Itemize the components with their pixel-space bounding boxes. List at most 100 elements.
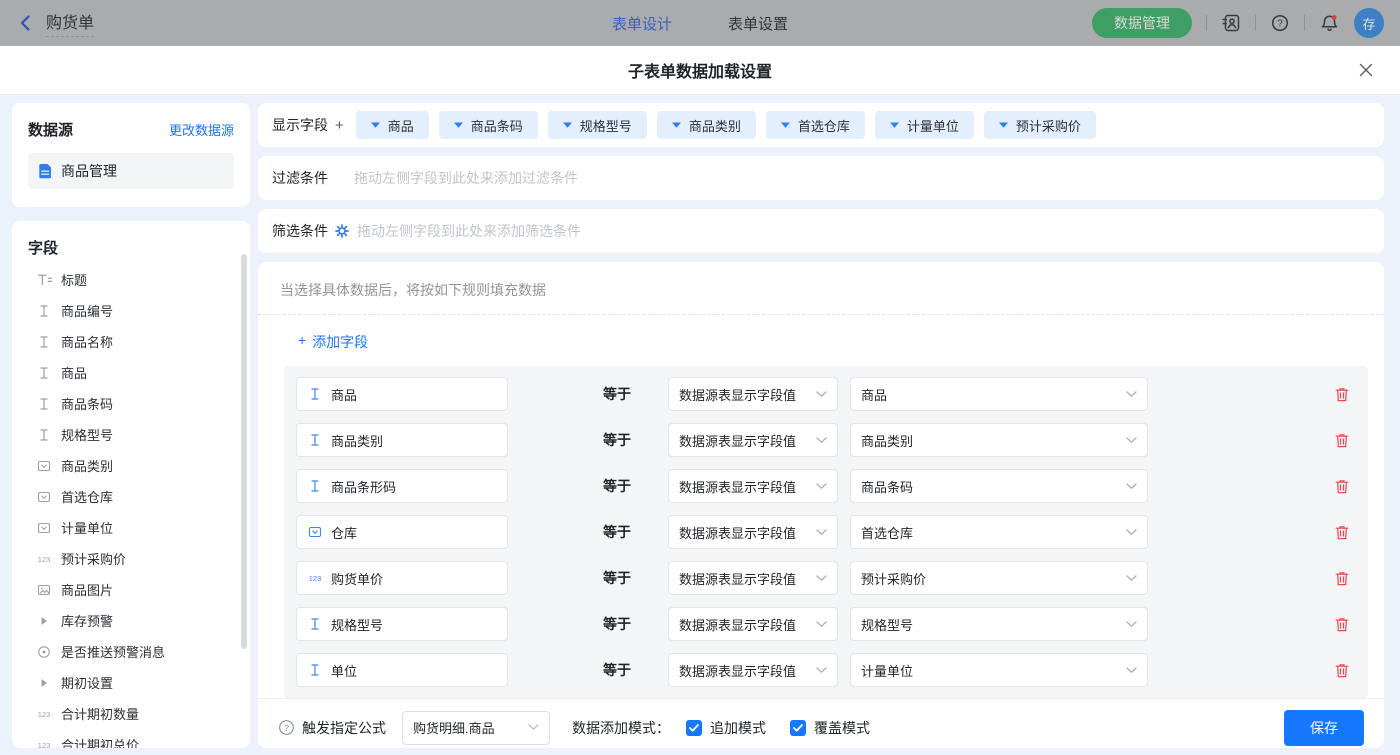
field-label: 商品 bbox=[61, 363, 87, 382]
contacts-icon[interactable] bbox=[1221, 13, 1241, 33]
back-button[interactable] bbox=[16, 13, 36, 33]
field-label: 计量单位 bbox=[61, 518, 113, 537]
rule-value-select[interactable]: 商品 bbox=[850, 377, 1148, 411]
form-name[interactable]: 购货单 bbox=[46, 9, 94, 37]
rule-source-select[interactable]: 数据源表显示字段值 bbox=[668, 515, 838, 549]
rule-row: 123 单位 等于 数据源表显示字段值 bbox=[296, 653, 1356, 687]
display-field-tag[interactable]: 规格型号 bbox=[548, 111, 647, 139]
display-field-tag[interactable]: 预计采购价 bbox=[984, 111, 1096, 139]
help-circle-icon[interactable]: ? bbox=[278, 719, 295, 736]
display-field-tag[interactable]: 商品条码 bbox=[439, 111, 538, 139]
rule-source-select[interactable]: 数据源表显示字段值 bbox=[668, 469, 838, 503]
screen-condition-card[interactable]: 筛选条件 拖动左侧字段到此处来添加筛选条件 bbox=[258, 209, 1384, 253]
field-list-item[interactable]: 123 规格型号 bbox=[28, 419, 240, 450]
chevron-down-icon bbox=[1126, 621, 1137, 628]
avatar[interactable]: 存 bbox=[1354, 8, 1384, 38]
data-manage-button[interactable]: 数据管理 bbox=[1092, 8, 1192, 38]
field-list-item[interactable]: 123 预计采购价 bbox=[28, 543, 240, 574]
display-field-tag[interactable]: 计量单位 bbox=[875, 111, 974, 139]
field-list-item[interactable]: 123 商品编号 bbox=[28, 295, 240, 326]
rule-value-select[interactable]: 商品类别 bbox=[850, 423, 1148, 457]
delete-rule-button[interactable] bbox=[1334, 570, 1350, 587]
field-list-item[interactable]: 123 标题 bbox=[28, 264, 240, 295]
field-list-item[interactable]: 123 商品 bbox=[28, 357, 240, 388]
rule-operator: 等于 bbox=[603, 522, 633, 542]
plus-icon: + bbox=[298, 332, 306, 352]
filter-condition-card[interactable]: 过滤条件 拖动左侧字段到此处来添加过滤条件 bbox=[258, 156, 1384, 200]
add-field-button[interactable]: + 添加字段 bbox=[298, 332, 368, 352]
rule-value-select[interactable]: 商品条码 bbox=[850, 469, 1148, 503]
field-list-item[interactable]: 123 商品类别 bbox=[28, 450, 240, 481]
change-datasource-link[interactable]: 更改数据源 bbox=[169, 120, 234, 139]
chevron-down-icon bbox=[1126, 667, 1137, 674]
rule-target-field[interactable]: 123 规格型号 bbox=[296, 607, 508, 641]
chevron-down-icon bbox=[1126, 437, 1137, 444]
delete-rule-button[interactable] bbox=[1334, 386, 1350, 403]
checkbox-checked-icon[interactable] bbox=[686, 720, 702, 736]
field-list-item[interactable]: 123 库存预警 bbox=[28, 605, 240, 636]
field-type-icon: 123 bbox=[36, 520, 52, 536]
rule-value-select[interactable]: 预计采购价 bbox=[850, 561, 1148, 595]
rule-target-field[interactable]: 123 商品 bbox=[296, 377, 508, 411]
trigger-formula-select[interactable]: 购货明细.商品 bbox=[402, 711, 550, 745]
field-list-item[interactable]: 123 是否推送预警消息 bbox=[28, 636, 240, 667]
delete-rule-button[interactable] bbox=[1334, 478, 1350, 495]
rule-target-field[interactable]: 123 购货单价 bbox=[296, 561, 508, 595]
checkbox-checked-icon[interactable] bbox=[790, 720, 806, 736]
tab-form-settings[interactable]: 表单设置 bbox=[728, 13, 788, 34]
chevron-down-icon bbox=[816, 575, 827, 582]
append-mode-checkbox-group[interactable]: 追加模式 bbox=[686, 718, 766, 738]
rule-source-select[interactable]: 数据源表显示字段值 bbox=[668, 423, 838, 457]
field-list-item[interactable]: 123 商品名称 bbox=[28, 326, 240, 357]
trigger-formula-value: 购货明细.商品 bbox=[413, 718, 495, 737]
tab-form-design[interactable]: 表单设计 bbox=[612, 13, 672, 34]
field-list-item[interactable]: 123 商品条码 bbox=[28, 388, 240, 419]
rule-target-field[interactable]: 123 仓库 bbox=[296, 515, 508, 549]
rule-field-label: 单位 bbox=[331, 661, 357, 680]
divider bbox=[1255, 15, 1256, 31]
notification-bell-icon[interactable] bbox=[1319, 13, 1340, 34]
field-list-item[interactable]: 123 合计期初数量 bbox=[28, 698, 240, 729]
overwrite-mode-label: 覆盖模式 bbox=[814, 718, 870, 738]
delete-rule-button[interactable] bbox=[1334, 524, 1350, 541]
display-field-tag[interactable]: 商品类别 bbox=[657, 111, 756, 139]
delete-rule-button[interactable] bbox=[1334, 432, 1350, 449]
delete-rule-button[interactable] bbox=[1334, 662, 1350, 679]
field-list-item[interactable]: 123 期初设置 bbox=[28, 667, 240, 698]
rule-target-field[interactable]: 123 商品条形码 bbox=[296, 469, 508, 503]
rule-source-select[interactable]: 数据源表显示字段值 bbox=[668, 653, 838, 687]
field-label: 商品类别 bbox=[61, 456, 113, 475]
gear-icon[interactable] bbox=[335, 224, 349, 238]
rule-target-field[interactable]: 123 单位 bbox=[296, 653, 508, 687]
field-type-icon: 123 bbox=[36, 365, 52, 381]
trash-icon bbox=[1334, 616, 1350, 633]
rule-source-value: 数据源表显示字段值 bbox=[679, 385, 796, 404]
field-list-item[interactable]: 123 合计期初总价 bbox=[28, 729, 240, 748]
rule-value-select[interactable]: 首选仓库 bbox=[850, 515, 1148, 549]
rule-value-select[interactable]: 规格型号 bbox=[850, 607, 1148, 641]
rule-source-select[interactable]: 数据源表显示字段值 bbox=[668, 377, 838, 411]
svg-text:?: ? bbox=[284, 723, 289, 733]
field-list-item[interactable]: 123 商品图片 bbox=[28, 574, 240, 605]
overwrite-mode-checkbox-group[interactable]: 覆盖模式 bbox=[790, 718, 870, 738]
field-list-item[interactable]: 123 首选仓库 bbox=[28, 481, 240, 512]
display-field-tag[interactable]: 商品 bbox=[356, 111, 429, 139]
rule-target-field[interactable]: 123 商品类别 bbox=[296, 423, 508, 457]
add-display-field-button[interactable]: + bbox=[335, 117, 344, 134]
display-field-tag[interactable]: 首选仓库 bbox=[766, 111, 865, 139]
rule-value-select[interactable]: 计量单位 bbox=[850, 653, 1148, 687]
close-icon[interactable] bbox=[1356, 60, 1376, 80]
rule-source-select[interactable]: 数据源表显示字段值 bbox=[668, 561, 838, 595]
caret-down-icon bbox=[563, 122, 572, 128]
help-icon[interactable]: ? bbox=[1270, 13, 1290, 33]
rule-source-select[interactable]: 数据源表显示字段值 bbox=[668, 607, 838, 641]
trash-icon bbox=[1334, 432, 1350, 449]
tag-label: 计量单位 bbox=[907, 116, 959, 135]
field-type-icon: 123 bbox=[36, 551, 52, 567]
datasource-item[interactable]: 商品管理 bbox=[28, 153, 234, 189]
fields-scrollbar[interactable] bbox=[241, 254, 247, 649]
field-list-item[interactable]: 123 计量单位 bbox=[28, 512, 240, 543]
chevron-down-icon bbox=[816, 621, 827, 628]
delete-rule-button[interactable] bbox=[1334, 616, 1350, 633]
save-button[interactable]: 保存 bbox=[1284, 710, 1364, 746]
